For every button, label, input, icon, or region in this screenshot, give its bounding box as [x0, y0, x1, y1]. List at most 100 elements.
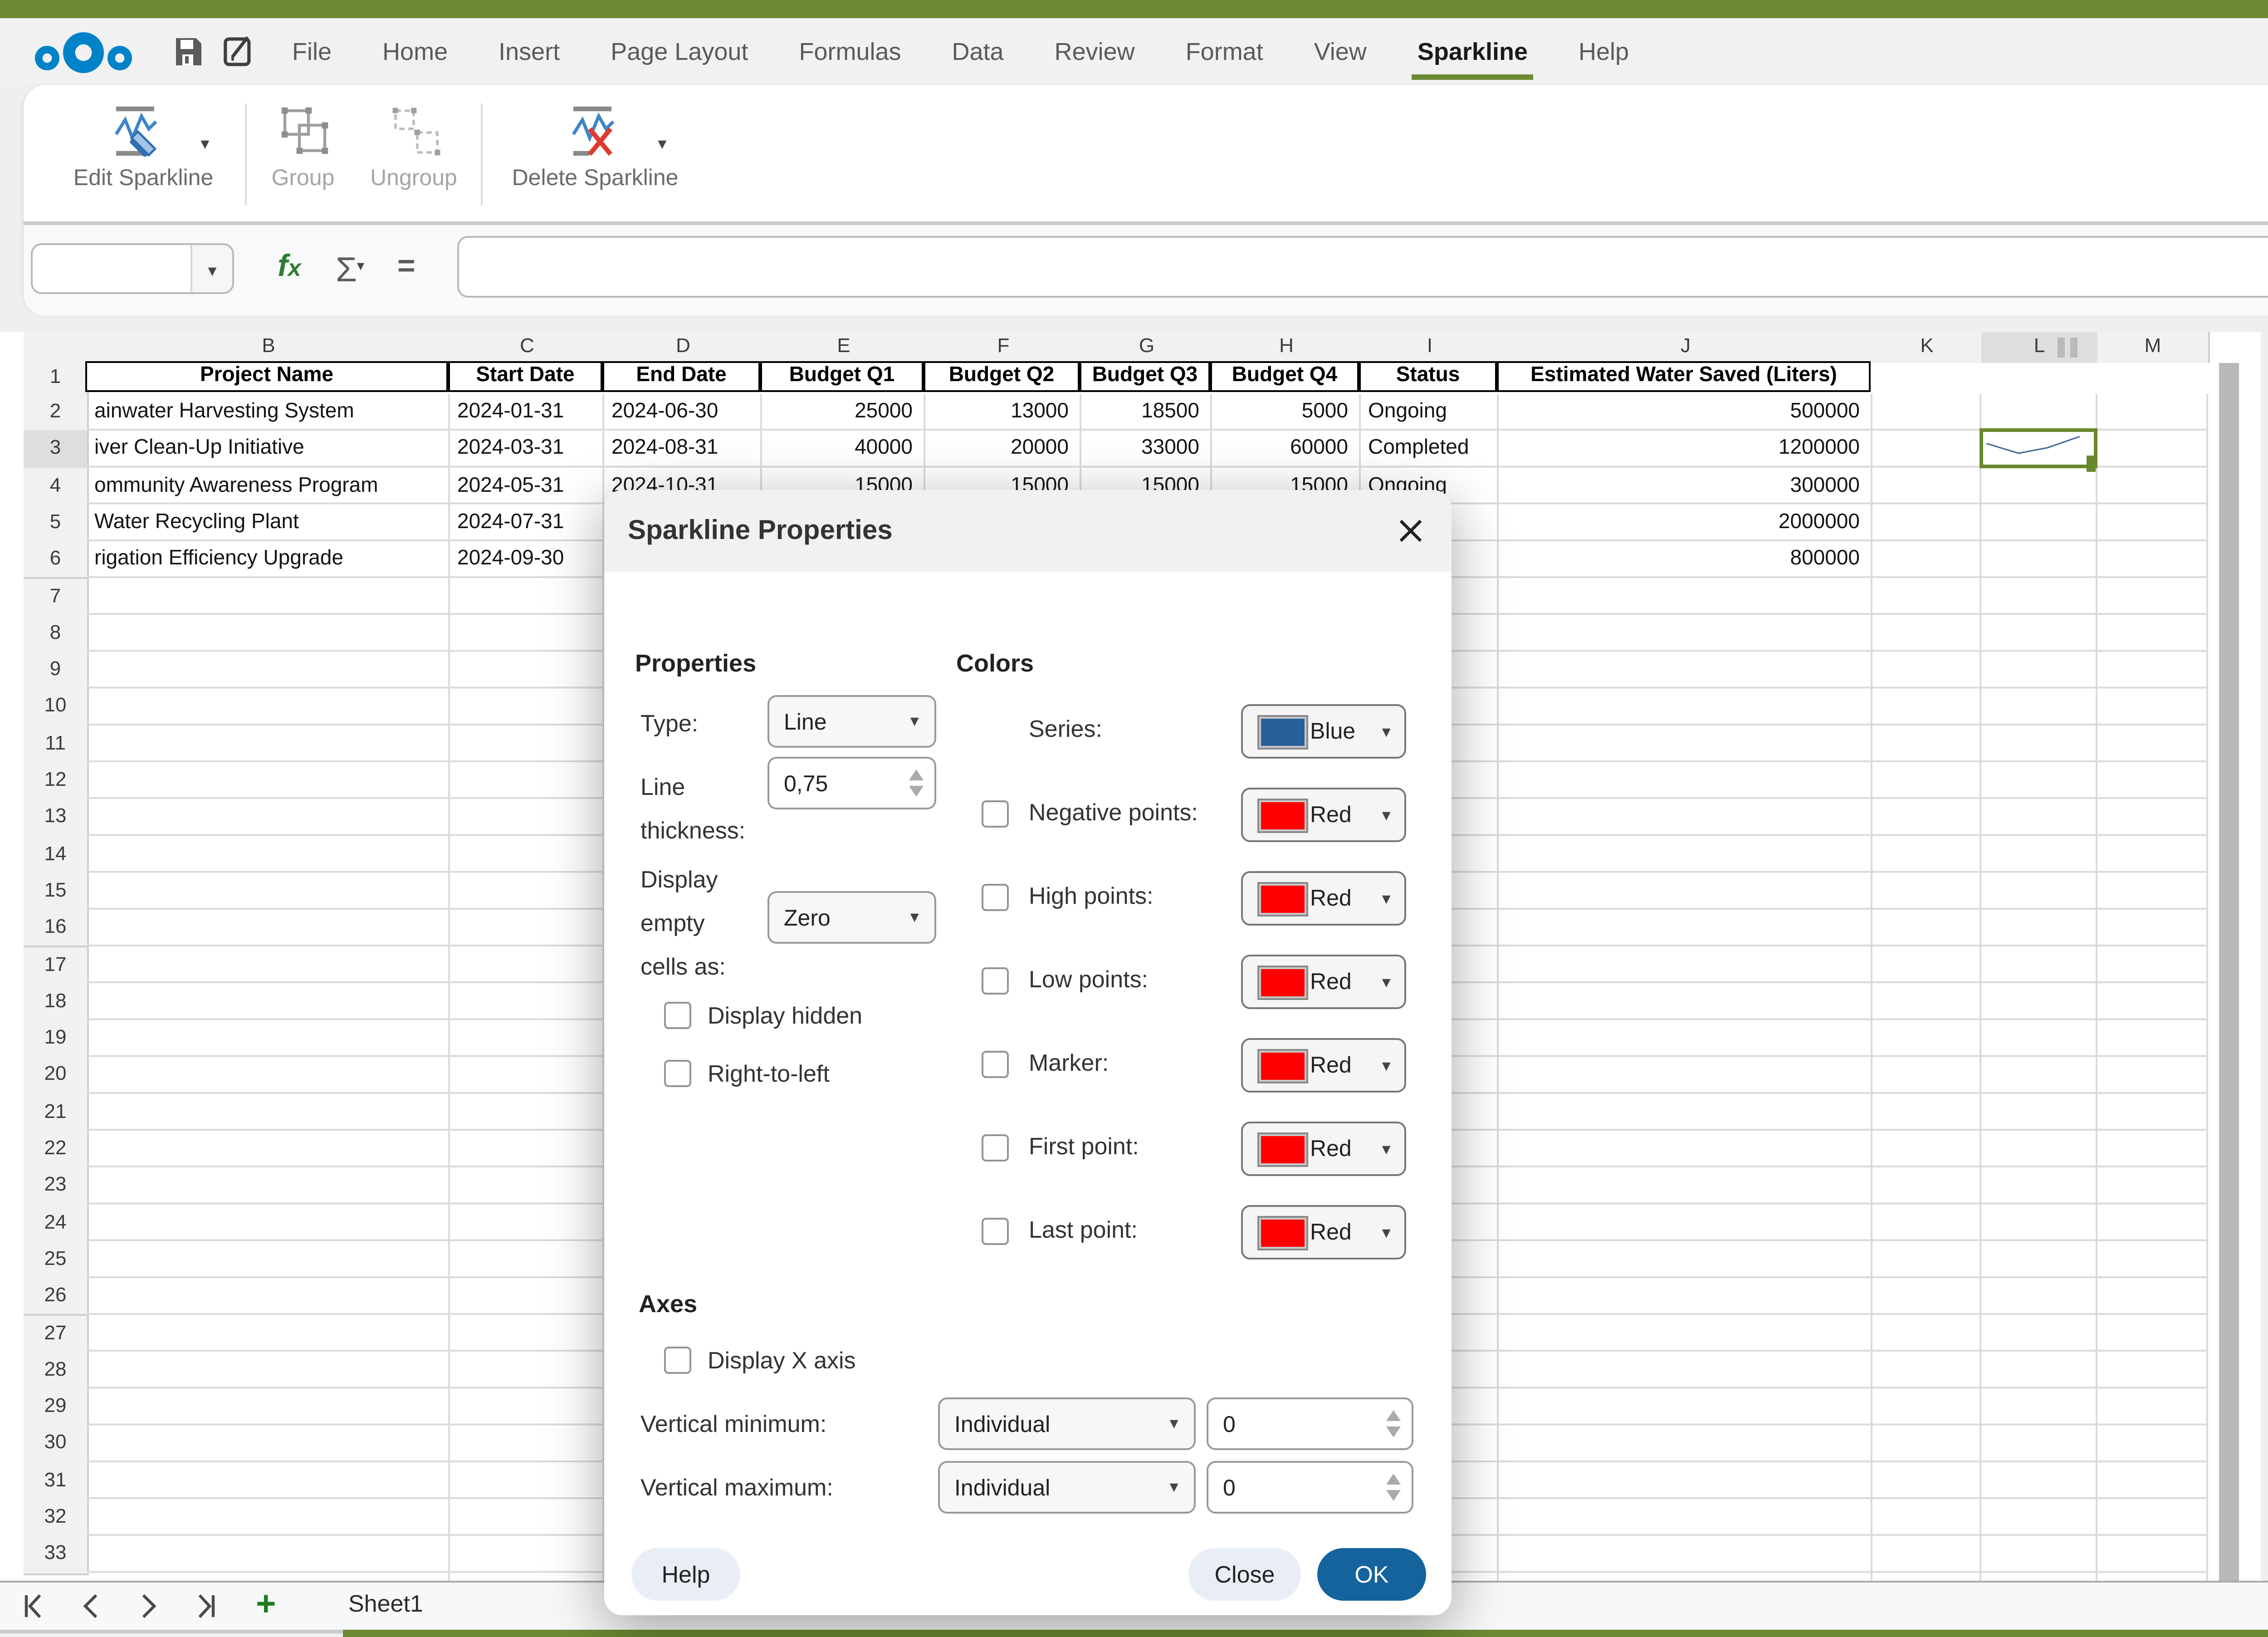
add-sheet-icon[interactable]: +: [256, 1583, 276, 1628]
row-header-27[interactable]: 27: [24, 1315, 89, 1353]
cell-C6[interactable]: 2024-09-30: [452, 541, 597, 578]
row-header-4[interactable]: 4: [24, 467, 89, 506]
name-box[interactable]: ▼: [31, 243, 234, 294]
header-cell-C1[interactable]: Start Date: [448, 361, 602, 392]
header-cell-G1[interactable]: Budget Q3: [1080, 361, 1210, 392]
column-header-F[interactable]: F: [925, 332, 1083, 363]
negative-points-checkbox[interactable]: [982, 800, 1009, 828]
cell-B6[interactable]: rigation Efficiency Upgrade: [89, 541, 443, 578]
selection-fill-handle[interactable]: [2087, 455, 2096, 471]
menu-tab-view[interactable]: View: [1312, 18, 1369, 85]
row-header-12[interactable]: 12: [24, 762, 89, 801]
row-header-29[interactable]: 29: [24, 1388, 89, 1427]
vertical-minimum-stepper[interactable]: 0: [1207, 1397, 1413, 1450]
cell-C3[interactable]: 2024-03-31: [452, 431, 597, 467]
ungroup-button[interactable]: Ungroup: [359, 100, 468, 209]
save-icon[interactable]: [174, 36, 203, 67]
cell-J2[interactable]: 500000: [1501, 394, 1865, 431]
cell-B3[interactable]: iver Clean-Up Initiative: [89, 431, 443, 467]
row-header-6[interactable]: 6: [24, 541, 89, 580]
row-header-5[interactable]: 5: [24, 505, 89, 543]
row-header-26[interactable]: 26: [24, 1278, 89, 1317]
row-header-2[interactable]: 2: [24, 394, 89, 432]
row-header-24[interactable]: 24: [24, 1204, 89, 1243]
column-header-H[interactable]: H: [1212, 332, 1363, 363]
low-points-color-select[interactable]: Red▼: [1241, 955, 1406, 1009]
column-header-C[interactable]: C: [450, 332, 606, 363]
vertical-minimum-select[interactable]: Individual▼: [938, 1397, 1196, 1450]
selected-cell-L3[interactable]: [1980, 429, 2097, 467]
series-color-select[interactable]: Blue▼: [1241, 704, 1406, 759]
cell-C5[interactable]: 2024-07-31: [452, 505, 597, 541]
header-cell-E1[interactable]: Budget Q1: [760, 361, 924, 392]
menu-tab-file[interactable]: File: [290, 18, 333, 85]
row-header-1[interactable]: 1: [24, 363, 89, 396]
cell-G2[interactable]: 18500: [1083, 394, 1205, 431]
cell-I3[interactable]: Completed: [1363, 431, 1491, 467]
name-box-dropdown[interactable]: ▼: [191, 245, 232, 292]
header-cell-D1[interactable]: End Date: [602, 361, 760, 392]
close-button[interactable]: Close: [1188, 1548, 1301, 1601]
empty-cells-select[interactable]: Zero▼: [767, 891, 936, 944]
column-header-K[interactable]: K: [1872, 332, 1983, 363]
delete-sparkline-button[interactable]: Delete Sparkline: [499, 100, 691, 209]
menu-tab-help[interactable]: Help: [1577, 18, 1631, 85]
cell-E3[interactable]: 40000: [764, 431, 918, 467]
header-cell-J1[interactable]: Estimated Water Saved (Liters): [1497, 361, 1871, 392]
menu-tab-insert[interactable]: Insert: [497, 18, 562, 85]
row-header-16[interactable]: 16: [24, 910, 89, 948]
cell-C2[interactable]: 2024-01-31: [452, 394, 597, 431]
cell-H2[interactable]: 5000: [1214, 394, 1354, 431]
row-header-23[interactable]: 23: [24, 1167, 89, 1206]
column-header-D[interactable]: D: [604, 332, 764, 363]
row-header-7[interactable]: 7: [24, 578, 89, 617]
cell-B2[interactable]: ainwater Harvesting System: [89, 394, 443, 431]
row-header-3[interactable]: 3: [24, 431, 89, 469]
prev-sheet-icon[interactable]: [80, 1593, 102, 1619]
row-header-30[interactable]: 30: [24, 1426, 89, 1464]
cell-B5[interactable]: Water Recycling Plant: [89, 505, 443, 541]
menu-tab-formulas[interactable]: Formulas: [797, 18, 903, 85]
row-header-19[interactable]: 19: [24, 1020, 89, 1059]
row-header-25[interactable]: 25: [24, 1241, 89, 1280]
next-sheet-icon[interactable]: [138, 1593, 160, 1619]
row-header-10[interactable]: 10: [24, 689, 89, 727]
cell-D3[interactable]: 2024-08-31: [606, 431, 755, 467]
equals-icon[interactable]: =: [397, 229, 415, 305]
marker-checkbox[interactable]: [982, 1051, 1009, 1078]
row-header-33[interactable]: 33: [24, 1536, 89, 1574]
cell-G3[interactable]: 33000: [1083, 431, 1205, 467]
row-header-8[interactable]: 8: [24, 615, 89, 653]
column-header-M[interactable]: M: [2097, 332, 2210, 363]
last-point-checkbox[interactable]: [982, 1218, 1009, 1245]
menu-tab-review[interactable]: Review: [1053, 18, 1137, 85]
menu-tab-home[interactable]: Home: [381, 18, 450, 85]
column-header-B[interactable]: B: [87, 332, 452, 363]
high-points-color-select[interactable]: Red▼: [1241, 871, 1406, 926]
cell-D2[interactable]: 2024-06-30: [606, 394, 755, 431]
ok-button[interactable]: OK: [1317, 1548, 1426, 1601]
edit-sparkline-button[interactable]: Edit Sparkline: [56, 100, 230, 209]
column-header-I[interactable]: I: [1361, 332, 1501, 363]
marker-color-select[interactable]: Red▼: [1241, 1038, 1406, 1093]
first-point-color-select[interactable]: Red▼: [1241, 1122, 1406, 1176]
dialog-titlebar[interactable]: Sparkline Properties: [604, 490, 1452, 572]
column-header-J[interactable]: J: [1499, 332, 1874, 363]
row-header-13[interactable]: 13: [24, 799, 89, 838]
formula-input[interactable]: [457, 236, 2268, 298]
row-header-14[interactable]: 14: [24, 836, 89, 874]
cell-F3[interactable]: 20000: [927, 431, 1074, 467]
autosum-icon[interactable]: Σ▾: [336, 229, 364, 310]
last-point-color-select[interactable]: Red▼: [1241, 1205, 1406, 1260]
grid-vertical-scrollbar[interactable]: [2219, 363, 2239, 1581]
row-header-20[interactable]: 20: [24, 1057, 89, 1096]
cell-C4[interactable]: 2024-05-31: [452, 467, 597, 504]
negative-points-color-select[interactable]: Red▼: [1241, 788, 1406, 842]
cell-J6[interactable]: 800000: [1501, 541, 1865, 578]
dialog-close-icon[interactable]: [1397, 517, 1424, 544]
last-sheet-icon[interactable]: [192, 1593, 218, 1619]
row-header-15[interactable]: 15: [24, 873, 89, 912]
row-header-32[interactable]: 32: [24, 1499, 89, 1538]
line-thickness-stepper[interactable]: 0,75: [767, 757, 936, 809]
row-header-17[interactable]: 17: [24, 946, 89, 985]
